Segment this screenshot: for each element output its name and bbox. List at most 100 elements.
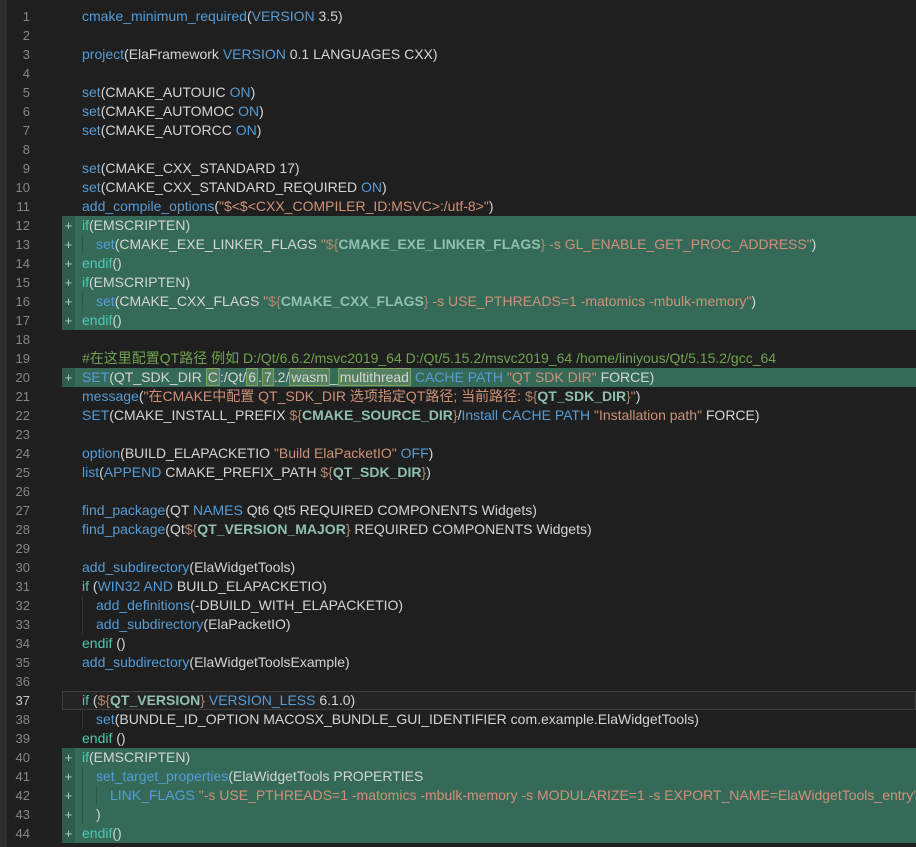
code-line-44[interactable]: 44+endif() bbox=[0, 824, 916, 843]
token-a: () bbox=[112, 825, 121, 841]
code-line-35[interactable]: 35add_subdirectory(ElaWidgetToolsExample… bbox=[0, 653, 916, 672]
line-number[interactable]: 29 bbox=[0, 539, 30, 558]
code-line-40[interactable]: 40+if(EMSCRIPTEN) bbox=[0, 748, 916, 767]
code-text: set_target_properties(ElaWidgetTools PRO… bbox=[82, 767, 423, 786]
code-line-22[interactable]: 22SET(CMAKE_INSTALL_PREFIX ${CMAKE_SOURC… bbox=[0, 406, 916, 425]
line-number[interactable]: 43 bbox=[0, 805, 30, 824]
line-number[interactable]: 18 bbox=[0, 330, 30, 349]
line-number[interactable]: 30 bbox=[0, 558, 30, 577]
code-line-17[interactable]: 17+endif() bbox=[0, 311, 916, 330]
code-line-25[interactable]: 25list(APPEND CMAKE_PREFIX_PATH ${QT_SDK… bbox=[0, 463, 916, 482]
line-number[interactable]: 34 bbox=[0, 634, 30, 653]
code-line-36[interactable]: 36 bbox=[0, 672, 916, 691]
line-number[interactable]: 24 bbox=[0, 444, 30, 463]
line-number[interactable]: 22 bbox=[0, 406, 30, 425]
line-number[interactable]: 25 bbox=[0, 463, 30, 482]
line-number[interactable]: 33 bbox=[0, 615, 30, 634]
code-line-8[interactable]: 8 bbox=[0, 140, 916, 159]
code-line-43[interactable]: 43+) bbox=[0, 805, 916, 824]
line-number[interactable]: 2 bbox=[0, 26, 30, 45]
code-line-4[interactable]: 4 bbox=[0, 64, 916, 83]
line-number[interactable]: 44 bbox=[0, 824, 30, 843]
line-number[interactable]: 21 bbox=[0, 387, 30, 406]
code-line-13[interactable]: 13+set(CMAKE_EXE_LINKER_FLAGS "${CMAKE_E… bbox=[0, 235, 916, 254]
code-text: if(EMSCRIPTEN) bbox=[82, 748, 190, 767]
line-number[interactable]: 7 bbox=[0, 121, 30, 140]
diff-changed-word: multithread bbox=[338, 368, 411, 386]
line-number[interactable]: 5 bbox=[0, 83, 30, 102]
line-number[interactable]: 36 bbox=[0, 672, 30, 691]
line-number[interactable]: 9 bbox=[0, 159, 30, 178]
code-line-33[interactable]: 33add_subdirectory(ElaPacketIO) bbox=[0, 615, 916, 634]
line-number[interactable]: 31 bbox=[0, 577, 30, 596]
line-number[interactable]: 17 bbox=[0, 311, 30, 330]
token-k: OFF bbox=[401, 445, 429, 461]
code-line-3[interactable]: 3project(ElaFramework VERSION 0.1 LANGUA… bbox=[0, 45, 916, 64]
line-number[interactable]: 14 bbox=[0, 254, 30, 273]
line-number[interactable]: 10 bbox=[0, 178, 30, 197]
code-line-10[interactable]: 10set(CMAKE_CXX_STANDARD_REQUIRED ON) bbox=[0, 178, 916, 197]
code-line-19[interactable]: 19#在这里配置QT路径 例如 D:/Qt/6.6.2/msvc2019_64 … bbox=[0, 349, 916, 368]
code-line-18[interactable]: 18 bbox=[0, 330, 916, 349]
token-vn: CMAKE_EXE_LINKER_FLAGS bbox=[338, 236, 540, 252]
line-number[interactable]: 19 bbox=[0, 349, 30, 368]
code-line-32[interactable]: 32add_definitions(-DBUILD_WITH_ELAPACKET… bbox=[0, 596, 916, 615]
code-line-11[interactable]: 11add_compile_options("$<$<CXX_COMPILER_… bbox=[0, 197, 916, 216]
token-a: (ElaWidgetTools) bbox=[189, 559, 295, 575]
line-number[interactable]: 42 bbox=[0, 786, 30, 805]
line-number[interactable]: 13 bbox=[0, 235, 30, 254]
line-number[interactable]: 41 bbox=[0, 767, 30, 786]
line-number[interactable]: 1 bbox=[0, 7, 30, 26]
code-line-41[interactable]: 41+set_target_properties(ElaWidgetTools … bbox=[0, 767, 916, 786]
code-line-9[interactable]: 9set(CMAKE_CXX_STANDARD 17) bbox=[0, 159, 916, 178]
line-number[interactable]: 26 bbox=[0, 482, 30, 501]
code-line-27[interactable]: 27find_package(QT NAMES Qt6 Qt5 REQUIRED… bbox=[0, 501, 916, 520]
line-number[interactable]: 11 bbox=[0, 197, 30, 216]
code-line-37[interactable]: 37if (${QT_VERSION} VERSION_LESS 6.1.0) bbox=[0, 691, 916, 710]
code-line-1[interactable]: 1cmake_minimum_required(VERSION 3.5) bbox=[0, 7, 916, 26]
token-a: :/Qt/ bbox=[220, 369, 246, 385]
line-number[interactable]: 6 bbox=[0, 102, 30, 121]
line-number[interactable]: 28 bbox=[0, 520, 30, 539]
line-number[interactable]: 40 bbox=[0, 748, 30, 767]
line-number[interactable]: 3 bbox=[0, 45, 30, 64]
code-line-16[interactable]: 16+set(CMAKE_CXX_FLAGS "${CMAKE_CXX_FLAG… bbox=[0, 292, 916, 311]
code-line-2[interactable]: 2 bbox=[0, 26, 916, 45]
code-line-24[interactable]: 24option(BUILD_ELAPACKETIO "Build ElaPac… bbox=[0, 444, 916, 463]
code-line-6[interactable]: 6set(CMAKE_AUTOMOC ON) bbox=[0, 102, 916, 121]
code-line-39[interactable]: 39endif () bbox=[0, 729, 916, 748]
code-line-28[interactable]: 28find_package(Qt${QT_VERSION_MAJOR} REQ… bbox=[0, 520, 916, 539]
line-number[interactable]: 15 bbox=[0, 273, 30, 292]
line-number[interactable]: 27 bbox=[0, 501, 30, 520]
line-number[interactable]: 16 bbox=[0, 292, 30, 311]
code-line-29[interactable]: 29 bbox=[0, 539, 916, 558]
code-line-7[interactable]: 7set(CMAKE_AUTORCC ON) bbox=[0, 121, 916, 140]
line-number[interactable]: 8 bbox=[0, 140, 30, 159]
code-line-23[interactable]: 23 bbox=[0, 425, 916, 444]
line-number[interactable]: 38 bbox=[0, 710, 30, 729]
code-line-30[interactable]: 30add_subdirectory(ElaWidgetTools) bbox=[0, 558, 916, 577]
code-line-26[interactable]: 26 bbox=[0, 482, 916, 501]
line-number[interactable]: 37 bbox=[0, 691, 30, 710]
code-line-14[interactable]: 14+endif() bbox=[0, 254, 916, 273]
line-number[interactable]: 20 bbox=[0, 368, 30, 387]
diff-added-line-bg bbox=[62, 254, 916, 273]
line-number[interactable]: 4 bbox=[0, 64, 30, 83]
code-line-21[interactable]: 21message("在CMAKE中配置 QT_SDK_DIR 选项指定QT路径… bbox=[0, 387, 916, 406]
code-line-34[interactable]: 34endif () bbox=[0, 634, 916, 653]
token-a: (BUNDLE_ID_OPTION MACOSX_BUNDLE_GUI_IDEN… bbox=[115, 711, 699, 727]
line-number[interactable]: 39 bbox=[0, 729, 30, 748]
editor-code-area[interactable]: 1cmake_minimum_required(VERSION 3.5)23pr… bbox=[0, 7, 916, 843]
line-number[interactable]: 35 bbox=[0, 653, 30, 672]
token-a: (QT bbox=[165, 502, 193, 518]
code-line-31[interactable]: 31if (WIN32 AND BUILD_ELAPACKETIO) bbox=[0, 577, 916, 596]
code-line-5[interactable]: 5set(CMAKE_AUTOUIC ON) bbox=[0, 83, 916, 102]
code-line-38[interactable]: 38set(BUNDLE_ID_OPTION MACOSX_BUNDLE_GUI… bbox=[0, 710, 916, 729]
code-line-15[interactable]: 15+if(EMSCRIPTEN) bbox=[0, 273, 916, 292]
code-line-20[interactable]: 20+SET(QT_SDK_DIR C:/Qt/6.7.2/wasm_multi… bbox=[0, 368, 916, 387]
line-number[interactable]: 32 bbox=[0, 596, 30, 615]
line-number[interactable]: 23 bbox=[0, 425, 30, 444]
code-line-42[interactable]: 42+LINK_FLAGS "-s USE_PTHREADS=1 -matomi… bbox=[0, 786, 916, 805]
code-line-12[interactable]: 12+if(EMSCRIPTEN) bbox=[0, 216, 916, 235]
line-number[interactable]: 12 bbox=[0, 216, 30, 235]
